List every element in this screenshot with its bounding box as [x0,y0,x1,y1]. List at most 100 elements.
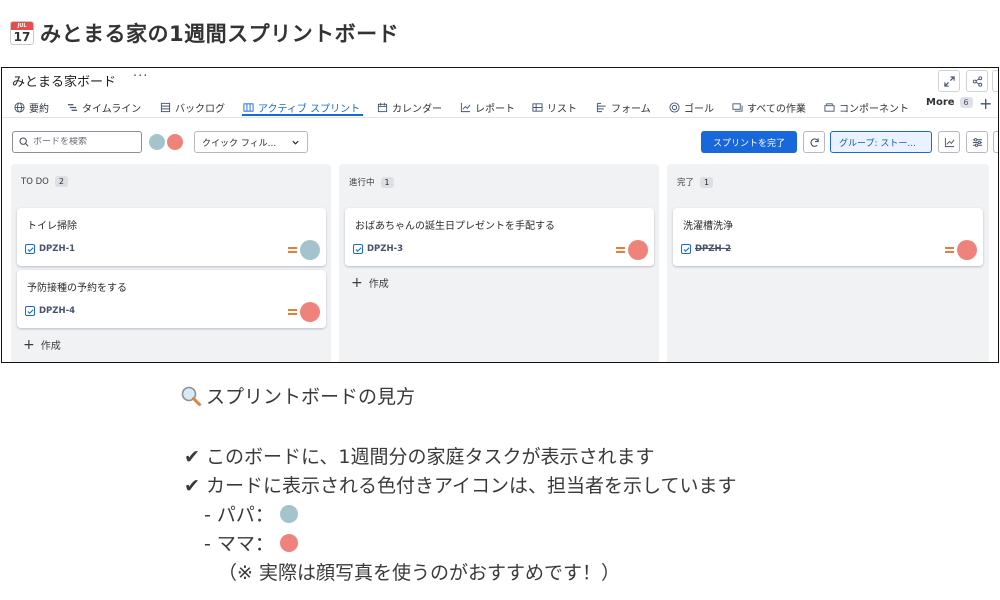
assignee-avatar-mama[interactable] [628,240,648,260]
assignee-avatar-papa[interactable] [300,240,320,260]
page-header: JUL 17 みとまる家の1週間スプリントボード [10,16,399,50]
card-key-label: DPZH-4 [39,306,76,316]
legend-papa-label: - パパ： [204,504,274,526]
tab-list[interactable]: リスト [532,97,577,117]
tab-label: タイムライン [82,103,142,115]
complete-sprint-button[interactable]: スプリントを完了 [701,131,797,153]
stack-icon [732,102,743,113]
explanation-bullet-2: ✔︎ カードに表示される色付きアイコンは、担当者を示しています [184,475,737,497]
calendar-day: 17 [13,30,31,44]
sliders-icon [972,137,982,147]
chart-icon [944,137,954,147]
assignee-avatar-mama[interactable] [957,240,977,260]
card-title: トイレ掃除 [27,221,77,232]
legend-mama: - ママ： [204,529,298,556]
board-icon [243,102,254,113]
sprint-refresh-button[interactable] [803,131,825,153]
tab-form[interactable]: フォーム [596,97,651,117]
tab-label: バックログ [175,103,225,115]
tab-label: すべての作業 [747,103,806,115]
toolbar-overflow-button[interactable] [993,131,998,153]
card-key: DPZH-4 [25,306,75,316]
explanation-heading: スプリントボードの見方 [180,382,415,409]
tab-more[interactable]: More 6 [926,97,973,108]
share-button[interactable] [966,70,988,92]
magnifier-icon [181,386,201,406]
tab-backlog[interactable]: バックログ [160,97,225,117]
tab-label: レポート [475,103,515,115]
column-done: 完了 1 洗濯槽洗浄 DPZH-2 [667,164,989,362]
backlog-icon [160,102,171,113]
task-check-icon [25,306,35,316]
calendar-icon [377,102,388,113]
explanation-heading-text: スプリントボードの見方 [206,386,416,408]
quick-filter-dropdown[interactable]: クイック フィル... [194,131,308,153]
create-issue-button[interactable]: + 作成 [351,274,389,291]
timeline-icon [67,102,78,113]
priority-medium-icon [616,247,625,253]
tab-calendar[interactable]: カレンダー [377,97,442,117]
board-name: みとまる家ボード [12,75,117,90]
tab-label: リスト [547,103,577,115]
create-label: 作成 [368,279,389,290]
plus-icon: + [351,274,363,291]
search-icon [19,137,29,147]
legend-mama-label: - ママ： [204,533,274,555]
refresh-icon [810,137,819,147]
view-settings-button[interactable] [966,131,988,153]
card-dpzh-1[interactable]: トイレ掃除 DPZH-1 [17,208,326,266]
card-dpzh-2[interactable]: 洗濯槽洗浄 DPZH-2 [673,208,983,266]
board-toolbar: クイック フィル... スプリントを完了 グループ: ストー... [2,128,998,156]
avatar-mama-filter[interactable] [165,132,185,152]
card-key: DPZH-3 [353,244,403,254]
add-tab-button[interactable]: + [979,94,992,113]
calendar-month: JUL [11,22,33,30]
expand-button[interactable] [938,70,960,92]
avatar-papa-filter[interactable] [147,132,167,152]
card-dpzh-4[interactable]: 予防接種の予約をする DPZH-4 [17,270,326,328]
tab-label: 要約 [29,103,49,115]
page-title: みとまる家の1週間スプリントボード [40,22,400,46]
active-tab-indicator [242,114,363,116]
board-header: みとまる家ボード ··· [2,68,998,92]
form-icon [596,102,607,113]
search-input[interactable] [33,137,133,147]
create-label: 作成 [40,341,61,352]
legend-mama-dot [279,533,298,552]
card-dpzh-3[interactable]: おばあちゃんの誕生日プレゼントを手配する DPZH-3 [345,208,654,266]
create-issue-button[interactable]: + 作成 [23,337,61,353]
board-search[interactable] [12,131,142,153]
board-more-button[interactable]: ··· [133,69,148,84]
share-icon [972,75,982,87]
expand-icon [943,75,955,87]
plus-icon: + [979,94,993,113]
task-check-icon [353,244,363,254]
tab-timeline[interactable]: タイムライン [67,97,141,117]
explanation-bullet-1: ✔︎ このボードに、1週間分の家庭タスクが表示されます [184,446,655,468]
insights-button[interactable] [938,131,960,153]
card-key: DPZH-2 [681,244,731,254]
task-check-icon [25,244,35,254]
column-header: TO DO 2 [21,176,68,187]
tab-summary[interactable]: 要約 [14,97,49,117]
header-overflow-button[interactable] [992,70,998,92]
card-key-label: DPZH-1 [39,244,76,254]
tab-goals[interactable]: ゴール [669,97,714,117]
quick-filter-label: クイック フィル... [202,138,277,149]
card-key-label: DPZH-3 [367,244,404,254]
tab-reports[interactable]: レポート [460,97,515,117]
tab-all-work[interactable]: すべての作業 [732,97,806,117]
assignee-avatar-mama[interactable] [300,302,320,322]
column-count: 1 [700,176,714,188]
column-header: 進行中 1 [349,176,394,188]
task-check-icon [681,244,691,254]
explanation-note: （※ 実際は顔写真を使うのがおすすめです！） [218,562,620,584]
tab-more-label: More [926,97,955,108]
group-by-dropdown[interactable]: グループ: ストー... [830,131,932,153]
tab-label: ゴール [684,103,714,115]
board-screenshot: みとまる家ボード ··· 要約 タイムライン バックログ アクティブ スプリント [1,67,999,363]
list-icon [532,102,543,113]
tab-label: フォーム [611,103,651,115]
priority-medium-icon [945,247,954,253]
tab-components[interactable]: コンポーネント [824,97,909,117]
